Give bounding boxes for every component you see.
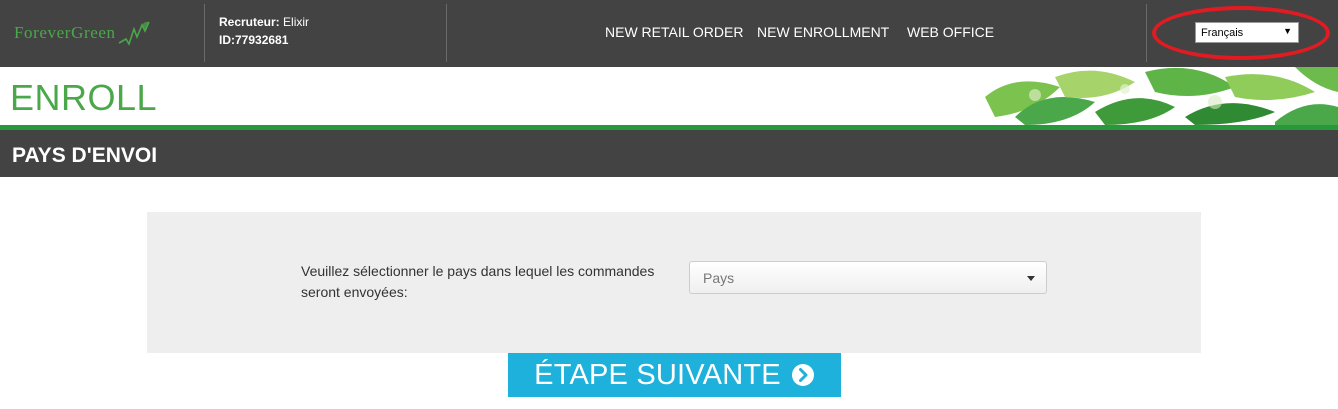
- recruiter-label: Recruteur:: [219, 15, 280, 29]
- page-title: ENROLL: [10, 77, 158, 118]
- recruiter-id: ID:77932681: [219, 33, 289, 47]
- header-divider: [1146, 4, 1147, 62]
- header-divider: [204, 4, 205, 62]
- leaf-zigzag-icon: [118, 21, 150, 46]
- chevron-circle-right-icon: [791, 364, 814, 386]
- caret-down-icon: [1027, 276, 1035, 281]
- nav-web-office[interactable]: WEB OFFICE: [907, 24, 994, 40]
- nav-new-retail-order[interactable]: NEW RETAIL ORDER: [605, 24, 743, 40]
- recruiter-name: Elixir: [283, 15, 310, 29]
- country-select-placeholder: Pays: [703, 270, 735, 286]
- logo-text: ForeverGreen: [14, 23, 116, 42]
- country-select[interactable]: Pays: [689, 261, 1047, 294]
- section-header: PAYS D'ENVOI: [0, 130, 1338, 177]
- leaves-banner-image: [975, 67, 1338, 125]
- title-band: ENROLL: [0, 67, 1338, 125]
- highlight-ellipse: [1152, 6, 1330, 60]
- next-step-label: ÉTAPE SUIVANTE: [534, 358, 781, 391]
- header-divider: [446, 4, 447, 62]
- country-prompt-label: Veuillez sélectionner le pays dans leque…: [301, 263, 655, 300]
- forevergreen-logo[interactable]: ForeverGreen: [14, 17, 150, 49]
- top-header: ForeverGreen Recruteur: Elixir ID:779326…: [0, 0, 1338, 67]
- recruiter-info: Recruteur: Elixir ID:77932681: [219, 13, 309, 49]
- section-title: PAYS D'ENVOI: [12, 144, 158, 167]
- next-step-button[interactable]: ÉTAPE SUIVANTE: [508, 353, 841, 397]
- nav-new-enrollment[interactable]: NEW ENROLLMENT: [757, 24, 889, 40]
